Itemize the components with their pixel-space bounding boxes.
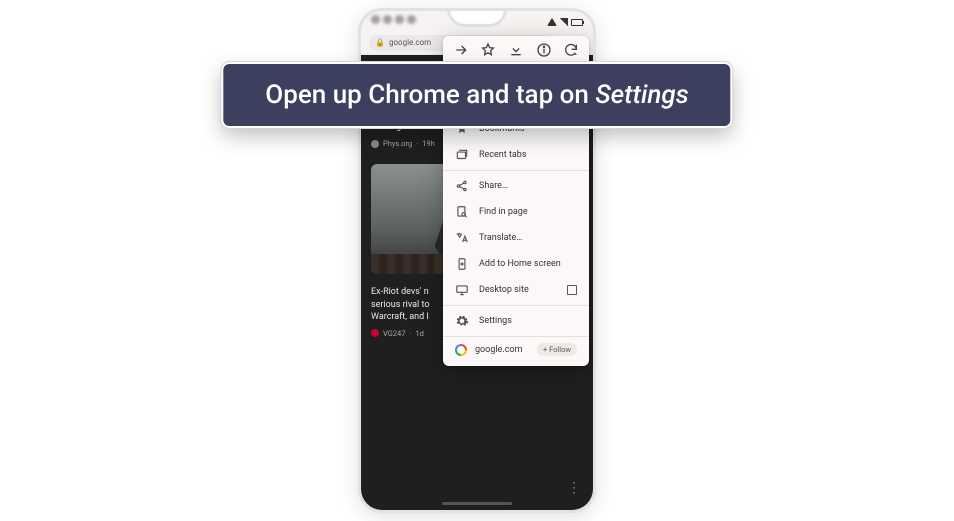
instruction-callout: Open up Chrome and tap on Settings: [221, 62, 732, 128]
follow-button[interactable]: + Follow: [537, 343, 577, 356]
battery-icon: [571, 19, 583, 26]
menu-site-row[interactable]: google.com + Follow: [443, 336, 589, 362]
card-age: 19h: [422, 139, 435, 148]
menu-divider: [443, 305, 589, 306]
card-source: Phys.org: [383, 139, 412, 148]
menu-item-label: Recent tabs: [479, 150, 527, 160]
menu-item-label: Settings: [479, 316, 512, 326]
url-text: google.com: [389, 38, 431, 47]
menu-top-actions: [443, 36, 589, 64]
translate-icon: [455, 231, 469, 245]
menu-divider: [443, 170, 589, 171]
card-overflow-icon[interactable]: ⋮: [567, 480, 581, 496]
menu-item-label: Share…: [479, 181, 508, 191]
lock-icon: 🔒: [375, 38, 385, 47]
download-icon[interactable]: [508, 42, 524, 58]
menu-item-translate[interactable]: Translate…: [443, 225, 589, 251]
wifi-icon: [547, 18, 557, 26]
refresh-icon[interactable]: [563, 42, 579, 58]
callout-text: Open up Chrome and tap on: [265, 80, 595, 110]
forward-icon[interactable]: [453, 42, 469, 58]
desktop-icon: [455, 283, 469, 297]
tabs-icon: [455, 148, 469, 162]
phone-notch: [447, 9, 507, 27]
menu-item-find-in-page[interactable]: Find in page: [443, 199, 589, 225]
menu-item-settings[interactable]: Settings: [443, 308, 589, 334]
signal-icon: [560, 18, 568, 26]
menu-item-desktop-site[interactable]: Desktop site: [443, 277, 589, 303]
menu-item-add-home-screen[interactable]: Add to Home screen: [443, 251, 589, 277]
source-avatar: [371, 140, 379, 148]
menu-item-label: Find in page: [479, 207, 528, 217]
share-icon: [455, 179, 469, 193]
desktop-site-checkbox[interactable]: [567, 285, 577, 295]
menu-item-share[interactable]: Share…: [443, 173, 589, 199]
callout-emphasis: Settings: [595, 80, 688, 110]
menu-item-label: Translate…: [479, 233, 522, 243]
find-icon: [455, 205, 469, 219]
status-left-blur: [371, 15, 416, 24]
home-indicator[interactable]: [442, 502, 512, 505]
menu-site-label: google.com: [475, 345, 522, 355]
card-source: VG247: [383, 329, 405, 338]
menu-item-label: Add to Home screen: [479, 259, 561, 269]
card-age: 1d: [415, 329, 423, 338]
star-icon[interactable]: [480, 42, 496, 58]
info-icon[interactable]: [536, 42, 552, 58]
menu-item-label: Desktop site: [479, 285, 529, 295]
add-home-icon: [455, 257, 469, 271]
google-icon: [455, 344, 467, 356]
menu-item-recent-tabs[interactable]: Recent tabs: [443, 142, 589, 168]
gear-icon: [455, 314, 469, 328]
source-avatar: [371, 329, 379, 337]
